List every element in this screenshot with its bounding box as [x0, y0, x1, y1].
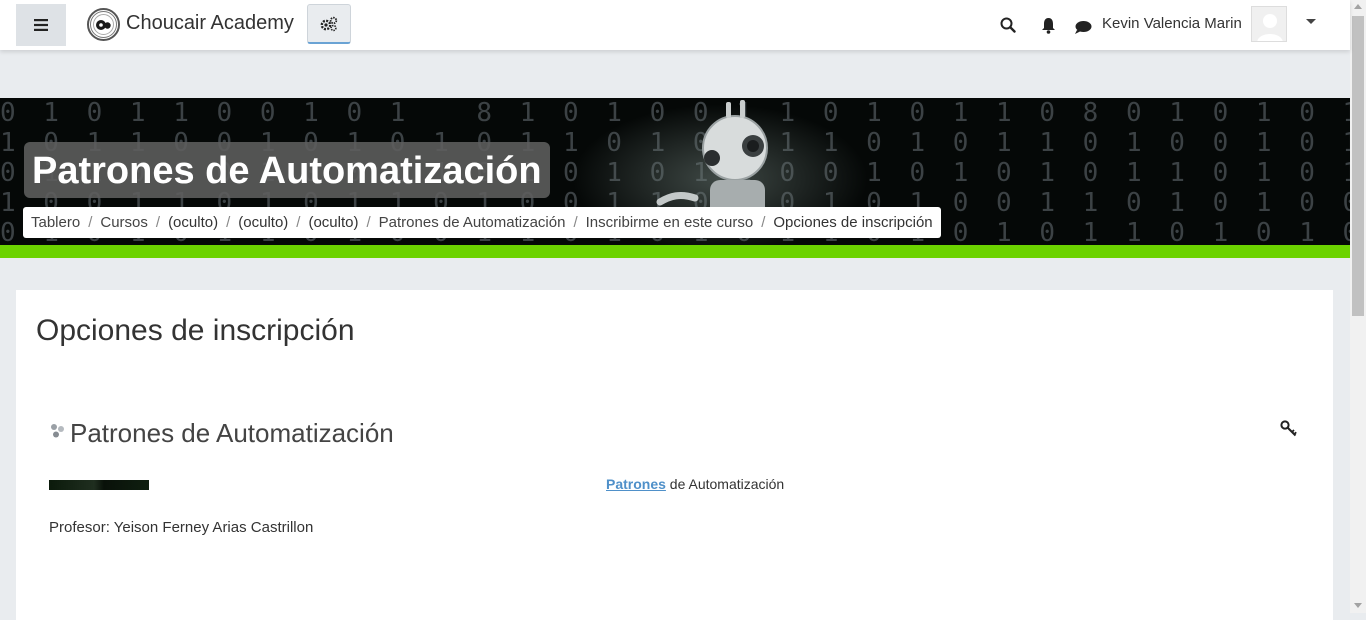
breadcrumb-separator: / [226, 214, 231, 231]
user-name[interactable]: Kevin Valencia Marin [1102, 15, 1242, 32]
key-icon [1280, 420, 1297, 437]
course-summary-link[interactable]: Patrones [606, 476, 666, 492]
scroll-up-icon[interactable] [1354, 4, 1362, 9]
breadcrumb-item-tablero[interactable]: Tablero [31, 214, 80, 231]
course-teacher: Profesor: Yeison Ferney Arias Castrillon [49, 519, 314, 536]
breadcrumb-separator: / [761, 214, 766, 231]
breadcrumb-item-hidden-category[interactable]: (oculto) [238, 214, 288, 231]
page-scrollbar[interactable] [1350, 0, 1366, 613]
course-name-link[interactable]: Patrones de Automatización [70, 418, 394, 449]
course-icon [51, 424, 64, 438]
admin-menu-button[interactable] [307, 4, 351, 44]
main-content-card: Opciones de inscripción Patrones de Auto… [16, 290, 1333, 620]
breadcrumb-separator: / [296, 214, 301, 231]
user-avatar[interactable] [1251, 6, 1287, 42]
breadcrumb-separator: / [88, 214, 93, 231]
header-accent-strip [0, 245, 1350, 258]
site-name[interactable]: Choucair Academy [126, 12, 294, 35]
site-logo[interactable] [87, 8, 120, 41]
course-summary: Patrones de Automatización [606, 476, 784, 492]
gears-icon [320, 16, 338, 31]
breadcrumb-item-hidden-category[interactable]: (oculto) [308, 214, 358, 231]
course-summary-text: de Automatización [665, 476, 785, 492]
chevron-down-icon[interactable] [1306, 19, 1316, 24]
breadcrumb-separator: / [366, 214, 371, 231]
page-title: Opciones de inscripción [36, 314, 355, 347]
top-navbar: Choucair Academy Kevin Valencia Marin [0, 0, 1350, 50]
scrollbar-thumb[interactable] [1352, 16, 1364, 316]
scroll-down-icon[interactable] [1354, 603, 1362, 608]
breadcrumb-item-course[interactable]: Patrones de Automatización [379, 214, 566, 231]
breadcrumb: Tablero / Cursos / (oculto) / (oculto) /… [23, 207, 941, 238]
bell-icon[interactable] [1038, 15, 1058, 35]
breadcrumb-separator: / [573, 214, 578, 231]
course-info-box: Patrones de Automatización Patrones de A… [48, 418, 1298, 548]
course-header-banner: 0 1 0 1 1 0 0 1 0 1 8 1 0 1 0 0 1 1 0 1 … [0, 98, 1350, 245]
chat-icon[interactable] [1073, 17, 1093, 37]
course-title-banner: Patrones de Automatización [24, 142, 550, 198]
course-image [49, 480, 149, 490]
drawer-toggle-button[interactable] [16, 4, 66, 46]
breadcrumb-item-cursos[interactable]: Cursos [100, 214, 148, 231]
search-icon[interactable] [998, 15, 1018, 35]
breadcrumb-item-hidden-category[interactable]: (oculto) [168, 214, 218, 231]
hamburger-icon [34, 19, 48, 31]
breadcrumb-item-current: Opciones de inscripción [773, 214, 933, 231]
breadcrumb-separator: / [155, 214, 161, 231]
breadcrumb-item-enrol[interactable]: Inscribirme en este curso [586, 214, 754, 231]
